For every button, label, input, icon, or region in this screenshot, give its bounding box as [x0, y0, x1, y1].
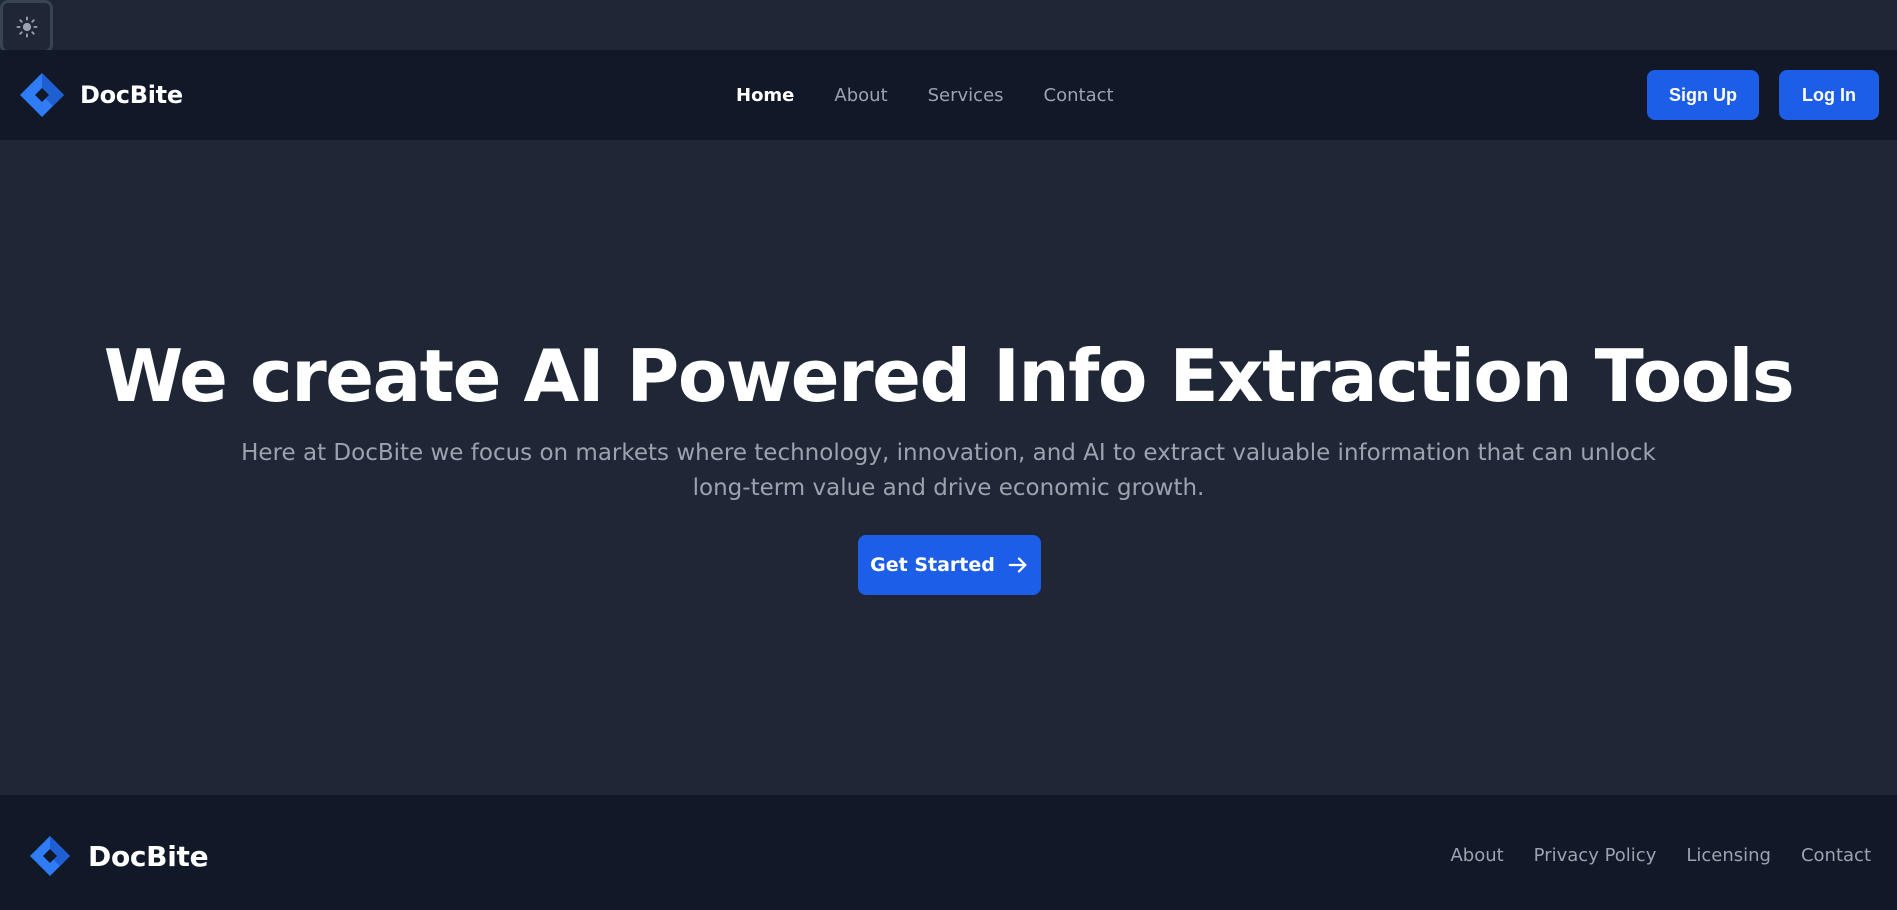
hero-title: We create AI Powered Info Extraction Too… [103, 334, 1795, 418]
footer: DocBite About Privacy Policy Licensing C… [0, 795, 1897, 910]
sun-icon [15, 15, 38, 38]
footer-contact-link[interactable]: Contact [1801, 845, 1871, 866]
auth-buttons: Sign Up Log In [1647, 70, 1879, 120]
docbite-logo-icon [20, 73, 64, 117]
footer-privacy-policy-link[interactable]: Privacy Policy [1534, 845, 1657, 866]
theme-toggle-button[interactable] [0, 0, 53, 53]
footer-about-link[interactable]: About [1450, 845, 1503, 866]
sign-up-button[interactable]: Sign Up [1647, 70, 1759, 120]
hero-subtitle: Here at DocBite we focus on markets wher… [241, 440, 1656, 501]
arrow-right-icon [1008, 557, 1027, 573]
navbar: DocBite Home About Services Contact Sign… [0, 50, 1897, 140]
brand-link[interactable]: DocBite [20, 72, 183, 118]
footer-brand-link[interactable]: DocBite [28, 833, 209, 879]
footer-brand-name: DocBite [88, 839, 209, 873]
get-started-button[interactable]: Get Started [858, 535, 1041, 595]
nav-about-link[interactable]: About [834, 85, 887, 106]
main-nav: Home About Services Contact [736, 83, 1154, 107]
docbite-logo-icon [30, 836, 70, 876]
nav-services-link[interactable]: Services [928, 85, 1004, 106]
hero-section: We create AI Powered Info Extraction Too… [0, 140, 1897, 795]
log-in-button[interactable]: Log In [1779, 70, 1879, 120]
footer-licensing-link[interactable]: Licensing [1686, 845, 1771, 866]
get-started-label: Get Started [870, 554, 995, 576]
top-strip [0, 0, 1897, 50]
nav-contact-link[interactable]: Contact [1044, 85, 1114, 106]
brand-name: DocBite [80, 81, 183, 109]
footer-links: About Privacy Policy Licensing Contact [1450, 845, 1871, 866]
nav-home-link[interactable]: Home [736, 85, 794, 106]
